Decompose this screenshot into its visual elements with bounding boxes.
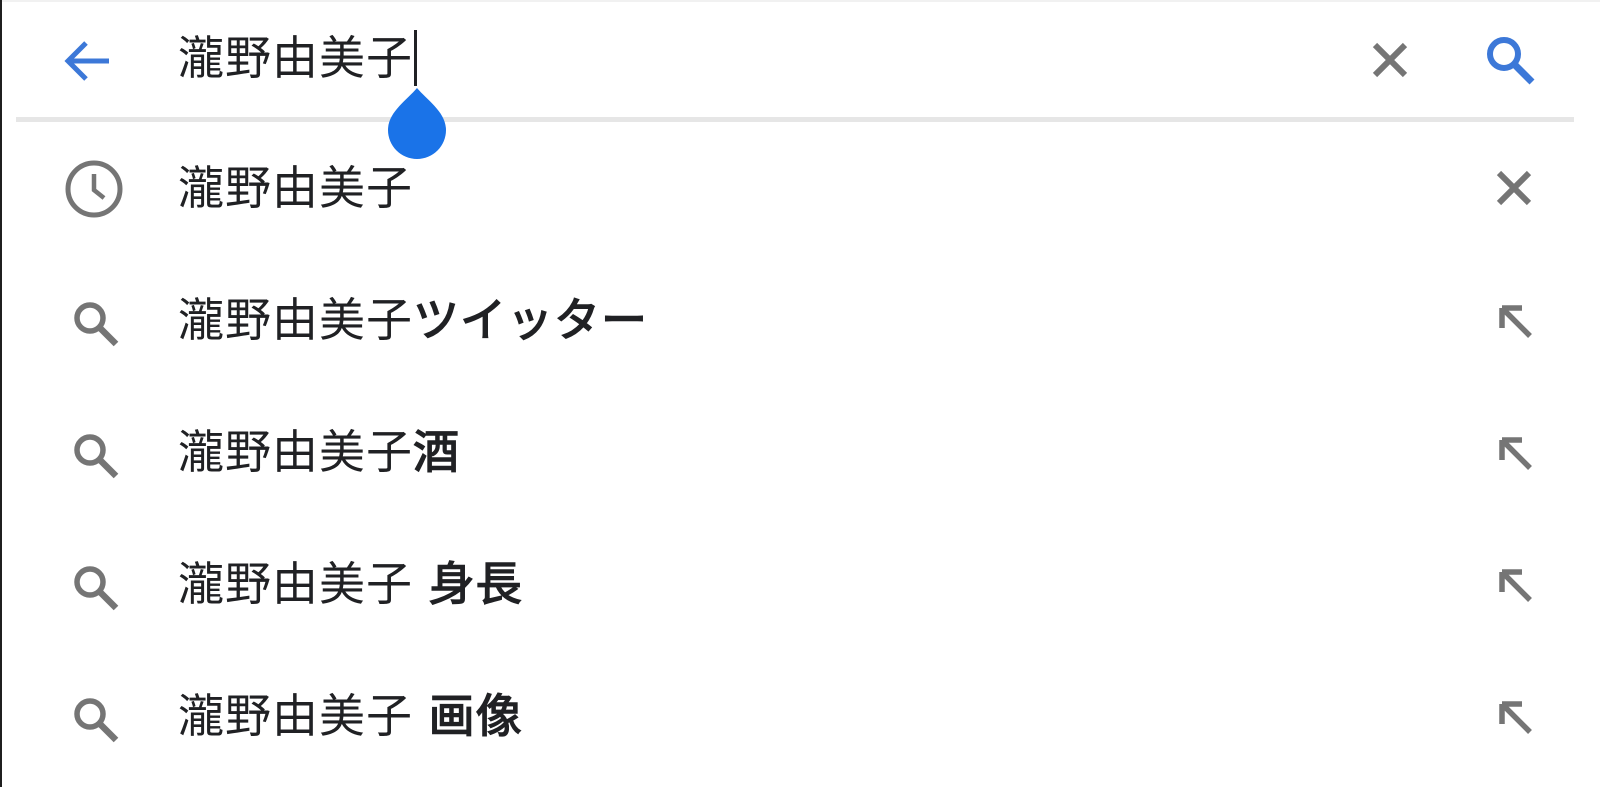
- arrow-up-left-icon: [1499, 701, 1532, 734]
- suggestion-item[interactable]: 瀧野由美子酒: [0, 386, 1600, 516]
- suggestion-prefix: 瀧野由美子: [178, 425, 413, 479]
- suggestion-prefix: 瀧野由美子: [178, 689, 429, 743]
- suggestion-text: 瀧野由美子 身長: [178, 554, 523, 614]
- search-icon: [62, 422, 126, 486]
- history-clock-icon: [62, 157, 126, 221]
- suggestion-text: 瀧野由美子ツイッター: [178, 290, 648, 350]
- suggestion-suffix: 酒: [413, 425, 460, 479]
- close-icon: [1496, 170, 1532, 206]
- search-icon: [62, 290, 126, 354]
- fill-query-button[interactable]: [1486, 556, 1542, 612]
- fill-query-button[interactable]: [1486, 424, 1542, 480]
- suggestion-text: 瀧野由美子酒: [178, 422, 460, 482]
- suggestion-prefix: 瀧野由美子: [178, 161, 413, 215]
- suggestion-text: 瀧野由美子 画像: [178, 686, 523, 746]
- search-icon: [62, 554, 126, 618]
- search-icon: [62, 686, 126, 750]
- suggestion-suffix: 画像: [428, 689, 523, 743]
- suggestion-item[interactable]: 瀧野由美子 画像: [0, 650, 1600, 780]
- suggestion-text: 瀧野由美子: [178, 158, 413, 218]
- suggestion-prefix: 瀧野由美子: [178, 293, 413, 347]
- suggestion-item[interactable]: 瀧野由美子 身長: [0, 518, 1600, 648]
- remove-history-button[interactable]: [1486, 160, 1542, 216]
- arrow-up-left-icon: [1499, 569, 1532, 602]
- fill-query-button[interactable]: [1486, 688, 1542, 744]
- search-input[interactable]: 瀧野由美子: [178, 28, 417, 88]
- arrow-left-icon: [64, 41, 109, 81]
- search-query-text: 瀧野由美子: [178, 31, 413, 85]
- suggestion-history-item[interactable]: 瀧野由美子: [0, 124, 1600, 254]
- search-screen: 瀧野由美子 瀧野由美子 瀧野由美子ツイッター 瀧野由美子酒 瀧野由美子 身長 瀧…: [0, 0, 1600, 787]
- clear-query-button[interactable]: [1362, 32, 1418, 88]
- arrow-up-left-icon: [1499, 437, 1532, 470]
- suggestion-suffix: ツイッター: [413, 293, 648, 347]
- suggestion-item[interactable]: 瀧野由美子ツイッター: [0, 254, 1600, 384]
- search-divider: [16, 117, 1574, 122]
- fill-query-button[interactable]: [1486, 292, 1542, 348]
- close-icon: [1372, 42, 1408, 78]
- suggestion-suffix: 身長: [428, 557, 523, 611]
- search-icon: [1487, 37, 1535, 85]
- text-cursor: [414, 30, 417, 86]
- arrow-up-left-icon: [1499, 305, 1532, 338]
- search-button[interactable]: [1478, 28, 1542, 92]
- search-bar: 瀧野由美子: [0, 0, 1600, 120]
- back-button[interactable]: [56, 30, 118, 92]
- suggestion-prefix: 瀧野由美子: [178, 557, 429, 611]
